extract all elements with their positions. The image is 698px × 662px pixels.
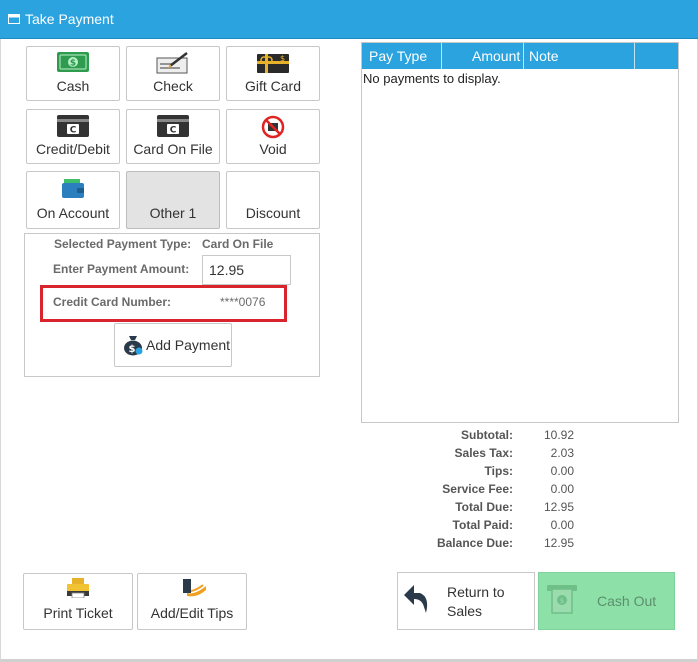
credit-debit-button[interactable]: C Credit/Debit [26,109,120,164]
column-amount[interactable]: Amount [472,48,520,64]
selected-type-label: Selected Payment Type: [54,237,192,251]
on-account-button[interactable]: On Account [26,171,120,229]
card-on-file-icon: C [157,115,189,137]
void-label: Void [259,141,287,157]
selected-type-value: Card On File [202,237,274,251]
total-due-label: Total Due: [455,500,513,514]
tip-hand-icon [183,579,206,597]
subtotal-label: Subtotal: [461,428,513,442]
add-edit-tips-label: Add/Edit Tips [150,605,234,621]
amount-label: Enter Payment Amount: [53,262,190,276]
card-number-highlight [40,285,287,322]
printer-icon [67,578,89,598]
card-on-file-button[interactable]: C Card On File [126,109,220,164]
gift-card-label: Gift Card [244,78,301,94]
gift-card-button[interactable]: $ Gift Card [226,46,320,101]
return-to-sales-label: Return to Sales [447,583,527,621]
svg-text:$: $ [560,597,564,605]
on-account-label: On Account [36,205,110,221]
discount-label: Discount [245,205,301,221]
sales-tax-value: 2.03 [550,446,574,460]
sales-tax-label: Sales Tax: [454,446,513,460]
check-label: Check [153,78,193,94]
svg-text:$: $ [280,54,285,63]
cash-out-button[interactable]: $ Cash Out [538,572,675,630]
discount-button[interactable]: Discount [226,171,320,229]
money-bag-icon: $ [124,336,143,356]
service-fee-value: 0.00 [550,482,574,496]
other-1-label: Other 1 [149,205,197,221]
cash-out-label: Cash Out [597,593,657,609]
add-edit-tips-button[interactable]: Add/Edit Tips [137,573,247,630]
total-due-value: 12.95 [543,500,574,514]
title-bar: Take Payment [0,0,698,39]
balance-due-value: 12.95 [543,536,574,550]
tips-value: 0.00 [550,464,574,478]
service-fee-label: Service Fee: [442,482,513,496]
check-icon [156,52,188,74]
void-button[interactable]: Void [226,109,320,164]
empty-payments-message: No payments to display. [363,71,501,86]
tips-label: Tips: [484,464,513,478]
svg-text:$: $ [129,344,136,355]
check-button[interactable]: Check [126,46,220,101]
credit-card-icon: C [57,115,89,137]
card-on-file-label: Card On File [133,141,213,157]
payments-table-header: Pay Type Amount Note [362,43,678,69]
other-1-button[interactable]: Other 1 [126,171,220,229]
svg-text:$: $ [70,59,76,69]
svg-text:C: C [70,126,77,136]
add-payment-label: Add Payment [146,337,231,353]
print-ticket-label: Print Ticket [43,605,113,621]
void-icon [261,115,285,139]
balance-due-label: Balance Due: [436,536,513,550]
return-label-line2: Sales [447,603,483,619]
credit-debit-label: Credit/Debit [36,141,110,157]
return-to-sales-button[interactable]: Return to Sales [397,572,535,630]
total-paid-label: Total Paid: [452,518,513,532]
cash-label: Cash [56,78,90,94]
gift-card-icon: $ [257,54,289,73]
cash-button[interactable]: $ Cash [26,46,120,101]
svg-text:C: C [170,126,177,136]
wallet-icon [62,179,84,198]
add-payment-button[interactable]: $ Add Payment [114,323,232,367]
cash-register-icon: $ [547,585,577,614]
window-icon [8,14,20,24]
column-pay-type[interactable]: Pay Type [369,48,427,64]
print-ticket-button[interactable]: Print Ticket [23,573,133,630]
cash-icon: $ [57,52,89,72]
column-note[interactable]: Note [529,48,559,64]
subtotal-value: 10.92 [543,428,574,442]
payment-amount-input[interactable] [202,255,291,285]
total-paid-value: 0.00 [550,518,574,532]
window-title: Take Payment [25,11,114,27]
return-arrow-icon [404,585,428,613]
return-label-line1: Return to [447,584,505,600]
payments-table: Pay Type Amount Note No payments to disp… [361,42,679,423]
